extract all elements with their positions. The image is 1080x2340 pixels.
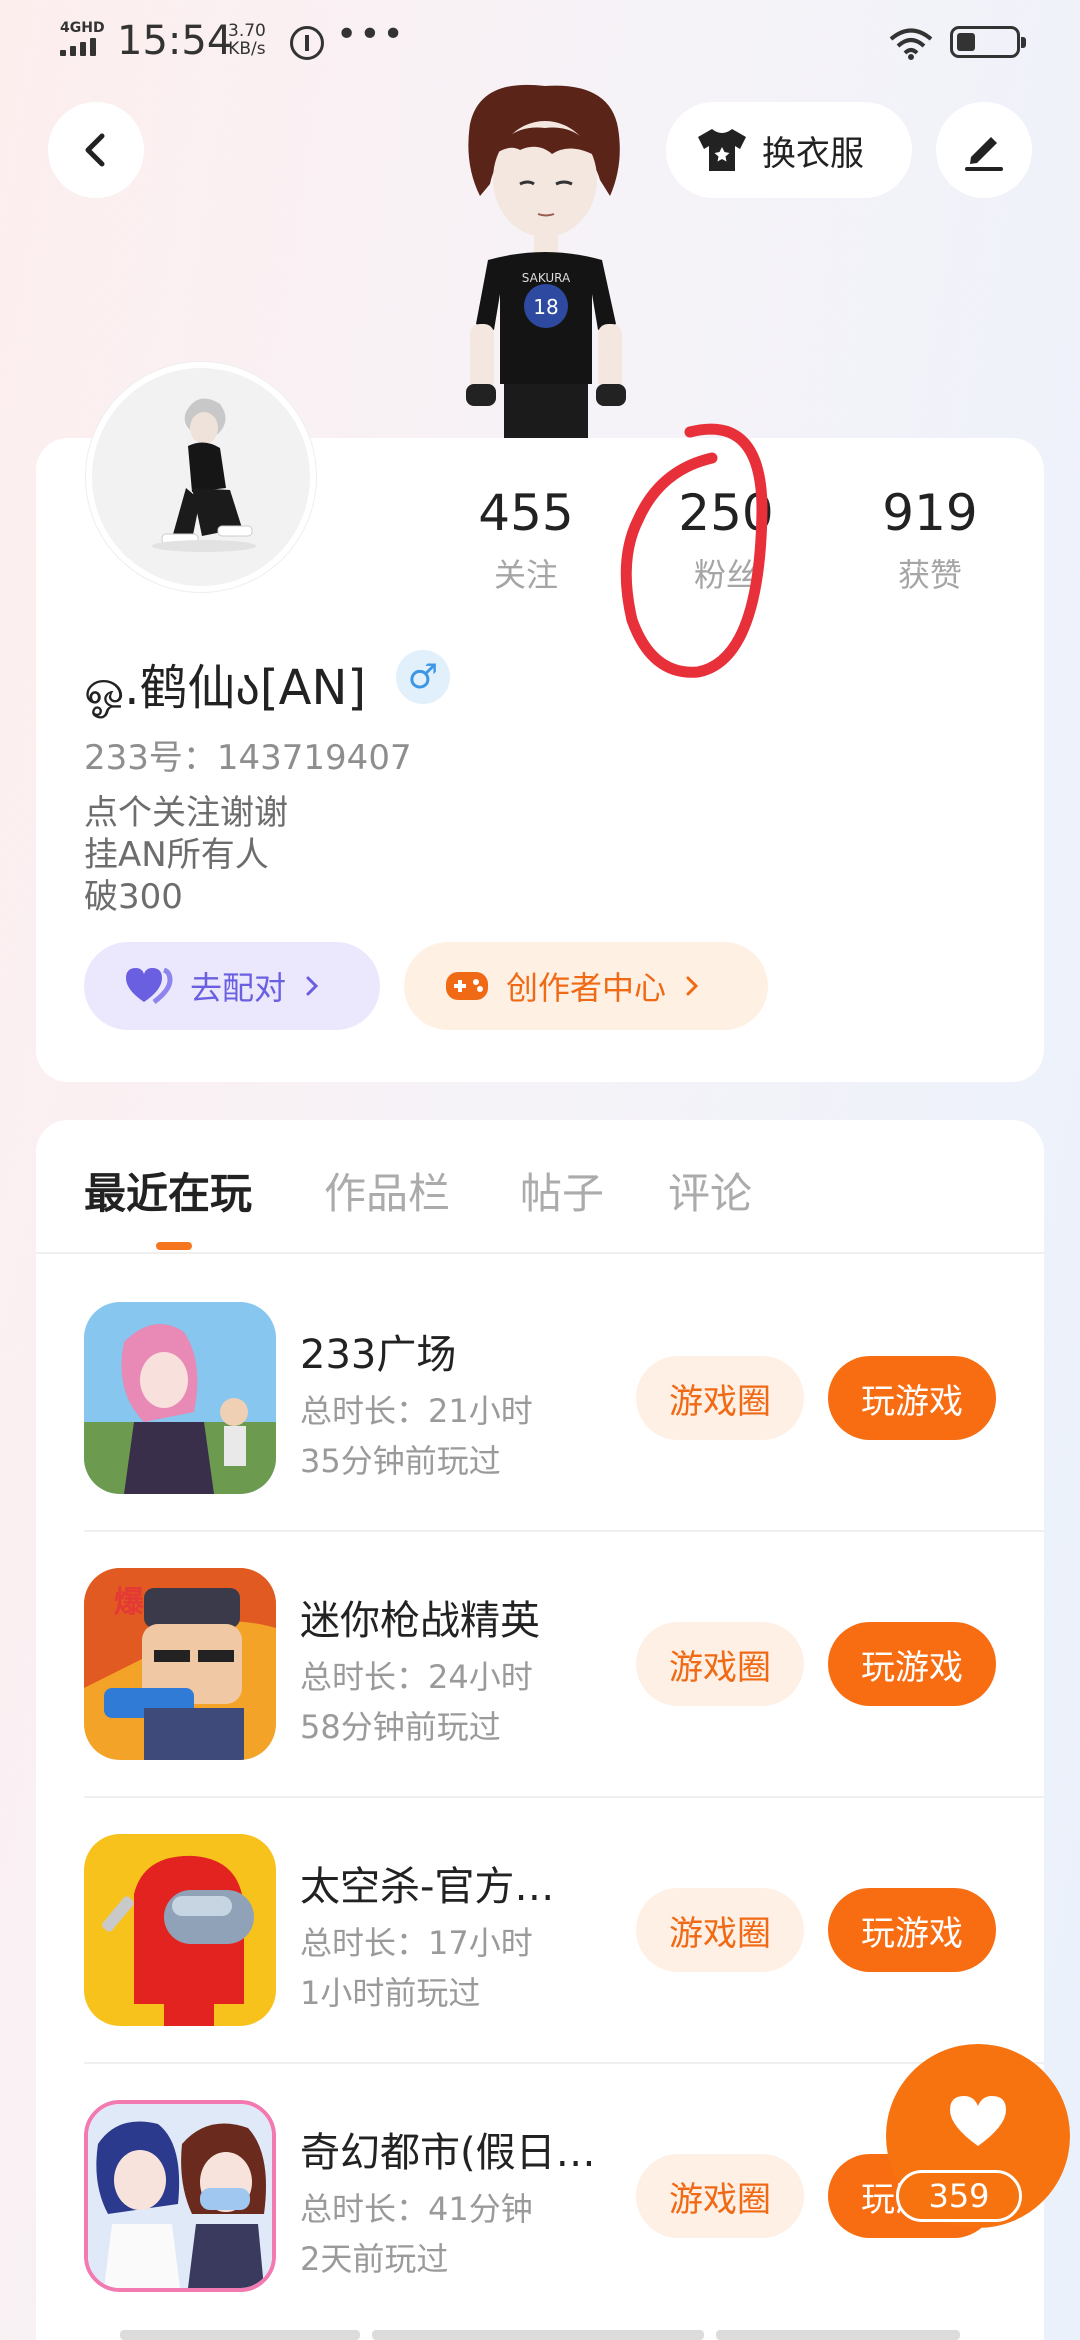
game-art: [84, 1302, 276, 1494]
back-button[interactable]: [48, 102, 144, 198]
bio-line: 挂AN所有人: [84, 835, 269, 875]
row-divider: [84, 1530, 1044, 1532]
active-tab-indicator: [156, 1242, 192, 1250]
avatar-thumbnail: [152, 398, 256, 552]
profile-avatar[interactable]: [86, 362, 316, 592]
username: ஓ.鹤仙ა[AN]: [84, 660, 367, 716]
next-row-preview: [716, 2330, 960, 2340]
svg-text:爆: 爆: [114, 1585, 145, 1620]
tab-posts[interactable]: 帖子: [520, 1160, 604, 1221]
play-game-button[interactable]: 玩游戏: [828, 1356, 996, 1440]
tabs-divider: [36, 1252, 1044, 1254]
heart-icon: [950, 2096, 1006, 2146]
clock: 15:54: [117, 18, 233, 64]
following-count: 455: [478, 484, 574, 542]
svg-text:18: 18: [533, 295, 558, 319]
game-last-played: 2天前玩过: [300, 2240, 449, 2278]
stat-following[interactable]: 455 关注: [436, 484, 616, 596]
signal-icon: [60, 38, 96, 56]
male-icon: ♂: [407, 657, 439, 697]
chevron-left-icon: [85, 133, 105, 167]
game-icon-fantasy-city[interactable]: [84, 2100, 276, 2292]
play-game-button[interactable]: 玩游戏: [828, 1888, 996, 1972]
double-heart-icon: [126, 967, 173, 1004]
row-divider: [84, 2062, 1044, 2064]
bio: 点个关注谢谢 挂AN所有人 破300: [84, 792, 288, 918]
following-label: 关注: [493, 556, 558, 594]
play-game-button[interactable]: 玩游戏: [828, 1622, 996, 1706]
game-duration: 总时长：41分钟: [300, 2190, 533, 2228]
row-divider: [84, 1796, 1044, 1798]
wifi-icon: [889, 28, 933, 60]
game-icon-mini-gunfight[interactable]: 爆: [84, 1568, 276, 1760]
data-saver-icon: [290, 26, 324, 60]
game-circle-button[interactable]: 游戏圈: [636, 1888, 804, 1972]
more-status-icon: •••: [336, 14, 406, 55]
game-art: 爆: [84, 1568, 276, 1760]
tab-recently-played[interactable]: 最近在玩: [84, 1160, 252, 1221]
gamepad-icon: [446, 972, 488, 1000]
chevron-right-icon: [686, 976, 699, 996]
net-speed-value: 3.70: [228, 21, 266, 41]
red-annotation-circle: [620, 423, 768, 678]
game-icon-space-kill[interactable]: [84, 1834, 276, 2026]
change-outfit-button[interactable]: 换衣服: [666, 102, 912, 198]
match-button[interactable]: 去配对: [84, 942, 380, 1030]
pen-icon: [965, 137, 1003, 171]
status-bar: 4GHD 15:54 3.70 KB/s •••: [0, 0, 1080, 84]
user-id: 233号：143719407: [84, 738, 412, 778]
game-duration: 总时长：17小时: [300, 1924, 533, 1962]
game-name[interactable]: 奇幻都市(假日…: [300, 2120, 596, 2178]
tab-works[interactable]: 作品栏: [324, 1160, 450, 1221]
game-circle-button[interactable]: 游戏圈: [636, 1622, 804, 1706]
bio-line: 点个关注谢谢: [84, 793, 288, 833]
edit-profile-button[interactable]: [936, 102, 1032, 198]
creator-center-button[interactable]: 创作者中心: [404, 942, 768, 1030]
game-art: [88, 2104, 272, 2288]
stat-likes[interactable]: 919 获赞: [840, 484, 1020, 596]
like-count: 359: [896, 2170, 1022, 2222]
network-label: 4GHD: [60, 20, 105, 36]
net-speed: 3.70 KB/s: [228, 22, 266, 58]
game-circle-button[interactable]: 游戏圈: [636, 2154, 804, 2238]
game-art: [84, 1834, 276, 2026]
creator-center-label: 创作者中心: [506, 969, 667, 1007]
next-row-preview: [372, 2330, 704, 2340]
likes-label: 获赞: [897, 556, 962, 594]
battery-icon: [950, 26, 1026, 58]
game-last-played: 1小时前玩过: [300, 1974, 481, 2012]
game-last-played: 58分钟前玩过: [300, 1708, 501, 1746]
tab-comments[interactable]: 评论: [668, 1160, 752, 1221]
game-circle-button[interactable]: 游戏圈: [636, 1356, 804, 1440]
net-speed-unit: KB/s: [228, 39, 266, 59]
match-label: 去配对: [190, 969, 287, 1007]
chevron-right-icon: [306, 976, 319, 996]
game-name[interactable]: 233广场: [300, 1322, 456, 1380]
tshirt-icon: [698, 129, 746, 171]
avatar-figure: 18 SAKURA: [466, 84, 626, 440]
game-duration: 总时长：24小时: [300, 1658, 533, 1696]
game-name[interactable]: 迷你枪战精英: [300, 1588, 540, 1646]
game-last-played: 35分钟前玩过: [300, 1442, 501, 1480]
likes-count: 919: [882, 484, 978, 542]
gender-badge: ♂: [396, 650, 450, 704]
game-duration: 总时长：21小时: [300, 1392, 533, 1430]
change-outfit-label: 换衣服: [762, 133, 864, 174]
svg-text:SAKURA: SAKURA: [522, 271, 571, 285]
next-row-preview: [120, 2330, 360, 2340]
game-icon-233-square[interactable]: [84, 1302, 276, 1494]
game-name[interactable]: 太空杀-官方…: [300, 1854, 554, 1912]
bio-line: 破300: [84, 877, 183, 917]
